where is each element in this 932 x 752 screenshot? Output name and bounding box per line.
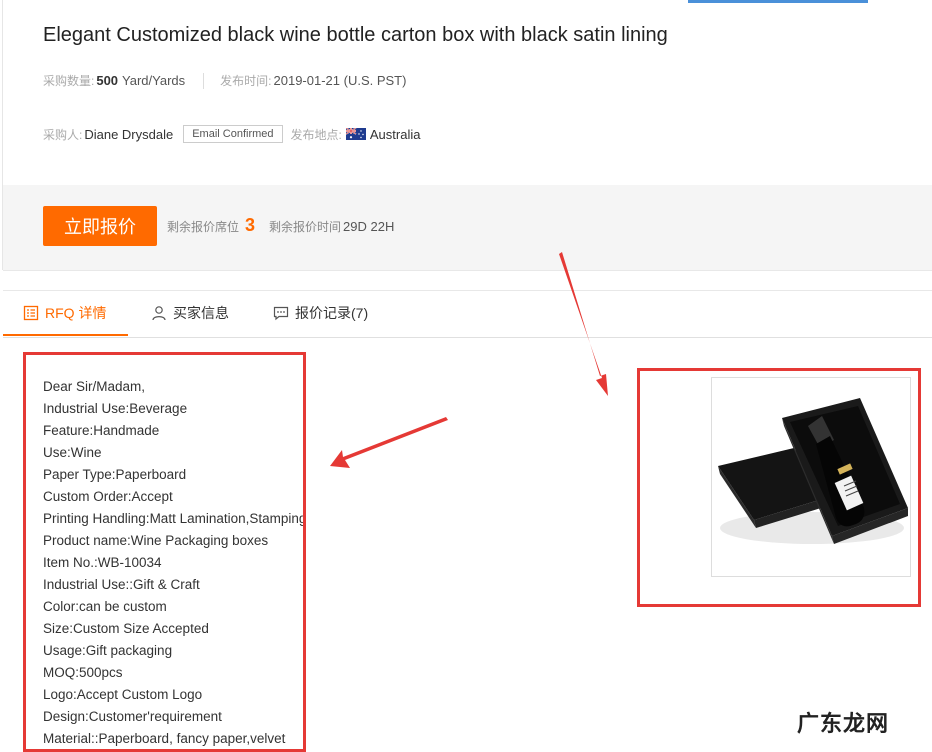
active-tab-indicator [3,334,128,336]
annotation-box-details [23,352,306,752]
tab-buyer-info[interactable]: 买家信息 [151,291,229,335]
posted-label: 发布时间: [220,74,272,88]
buyer-row: 采购人: Diane Drysdale Email Confirmed 发布地点… [43,125,420,143]
quantity-label: 采购数量: [43,74,95,88]
top-accent-bar [688,0,868,3]
buyer-name: Diane Drysdale [84,126,174,142]
user-icon [152,306,166,321]
remaining-seats-value: 3 [245,215,256,235]
tab-label: RFQ 详情 [45,305,107,321]
quote-now-button[interactable]: 立即报价 [43,206,157,246]
arrow-to-details [330,417,448,468]
watermark: 广东龙网 [797,712,890,737]
tab-quote-records[interactable]: 报价记录(7) [273,291,368,335]
remaining-info: 剩余报价席位 3 剩余报价时间 29D 22H [167,215,394,236]
quantity-unit: Yard/Yards [122,73,186,88]
tab-label: 买家信息 [173,305,229,321]
remaining-time-value: 29D 22H [343,219,395,234]
annotation-box-image [637,368,921,607]
email-confirmed-badge: Email Confirmed [183,125,283,143]
rfq-meta-row: 采购数量: 500 Yard/Yards 发布时间: 2019-01-21 (U… [43,72,406,89]
tab-label: 报价记录(7) [295,305,369,321]
tab-bar: RFQ 详情 买家信息 报价记录(7) [3,290,932,338]
location-label: 发布地点: [290,127,342,142]
australia-flag-icon [345,128,366,140]
posted-value: 2019-01-21 (U.S. PST) [273,73,407,88]
quantity-value: 500 [96,73,119,88]
divider [203,72,205,89]
remaining-time-label: 剩余报价时间 [269,220,342,234]
chat-bubble-icon [273,306,289,321]
tab-rfq-details[interactable]: RFQ 详情 [23,291,106,335]
remaining-seats-label: 剩余报价席位 [167,220,240,234]
buyer-label: 采购人: [43,127,83,142]
rfq-title: Elegant Customized black wine bottle car… [43,24,668,46]
location-value: Australia [369,126,421,142]
document-list-icon [23,305,39,321]
